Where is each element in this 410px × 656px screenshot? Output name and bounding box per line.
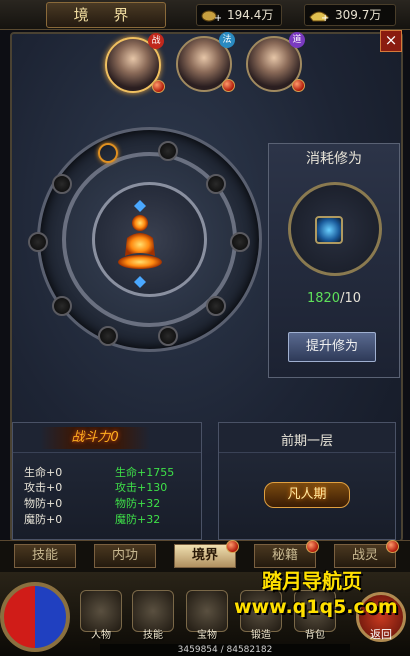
combat-power: 战斗力0 bbox=[40, 427, 150, 449]
menu-label: 锻造 bbox=[251, 630, 271, 641]
realm-node[interactable] bbox=[98, 326, 118, 346]
notice-dot-icon bbox=[226, 540, 239, 553]
tab-skills[interactable]: 技能 bbox=[14, 544, 76, 568]
stat-current: 生命+0 bbox=[24, 466, 63, 479]
realm-node[interactable] bbox=[206, 174, 226, 194]
close-button[interactable]: × bbox=[380, 30, 402, 52]
tab-inner-power[interactable]: 内功 bbox=[94, 544, 156, 568]
realm-stage-name: 前期一层 bbox=[280, 434, 333, 449]
menu-label: 技能 bbox=[143, 630, 163, 641]
realm-node[interactable] bbox=[230, 232, 250, 252]
watermark-title: 踏月导航页 bbox=[262, 569, 362, 593]
meditating-figure-icon bbox=[118, 215, 162, 269]
realm-badge: 凡人期 bbox=[264, 482, 350, 508]
stat-current: 攻击+0 bbox=[24, 481, 63, 494]
notice-dot-icon bbox=[152, 80, 165, 93]
realm-node[interactable] bbox=[206, 296, 226, 316]
diamond-marker-icon bbox=[134, 276, 146, 288]
cultivation-cost: 1820/10 bbox=[268, 291, 400, 306]
realm-node[interactable] bbox=[52, 174, 72, 194]
job-badge-taoist: 道 bbox=[289, 32, 305, 48]
watermark-url: www.q1q5.com bbox=[234, 596, 398, 618]
menu-label: 背包 bbox=[305, 630, 325, 641]
notice-dot-icon bbox=[292, 79, 305, 92]
hp-mp-orb bbox=[0, 582, 70, 652]
job-badge-warrior: 战 bbox=[148, 33, 164, 49]
diamond-marker-icon bbox=[134, 200, 146, 212]
stat-next: 物防+32 bbox=[115, 497, 161, 510]
realm-node[interactable] bbox=[158, 326, 178, 346]
stat-current: 魔防+0 bbox=[24, 513, 63, 526]
notice-dot-icon bbox=[222, 79, 235, 92]
ingot-icon: + bbox=[309, 11, 329, 23]
stat-next: 攻击+130 bbox=[115, 481, 168, 494]
realm-node[interactable] bbox=[28, 232, 48, 252]
menu-label: 宝物 bbox=[197, 630, 217, 641]
gold-coin-icon: + bbox=[201, 10, 221, 23]
stat-current: 物防+0 bbox=[24, 497, 63, 510]
menu-label: 人物 bbox=[91, 630, 111, 641]
stat-next: 魔防+32 bbox=[115, 513, 161, 526]
ingot-display: + 309.7万 bbox=[304, 4, 396, 26]
upgrade-cultivation-button[interactable]: 提升修为 bbox=[288, 332, 376, 362]
svg-text:+: + bbox=[214, 13, 221, 23]
gold-display: + 194.4万 bbox=[196, 4, 282, 26]
experience-bar: 3459854 / 84582182 bbox=[100, 644, 350, 656]
gold-value: 194.4万 bbox=[227, 8, 274, 22]
page-title: 境 界 bbox=[46, 2, 166, 28]
stat-next: 生命+1755 bbox=[115, 466, 175, 479]
cultivation-need: /10 bbox=[340, 291, 361, 306]
realm-node[interactable] bbox=[52, 296, 72, 316]
realm-node[interactable] bbox=[158, 141, 178, 161]
ingot-value: 309.7万 bbox=[335, 8, 382, 22]
notice-dot-icon bbox=[386, 540, 399, 553]
svg-text:+: + bbox=[321, 13, 329, 23]
cultivation-have: 1820 bbox=[306, 291, 341, 306]
notice-dot-icon bbox=[306, 540, 319, 553]
cultivation-orb-icon bbox=[315, 216, 343, 244]
realm-node-lit[interactable] bbox=[98, 143, 118, 163]
job-badge-mage: 法 bbox=[219, 32, 235, 48]
consume-title: 消耗修为 bbox=[306, 151, 362, 167]
